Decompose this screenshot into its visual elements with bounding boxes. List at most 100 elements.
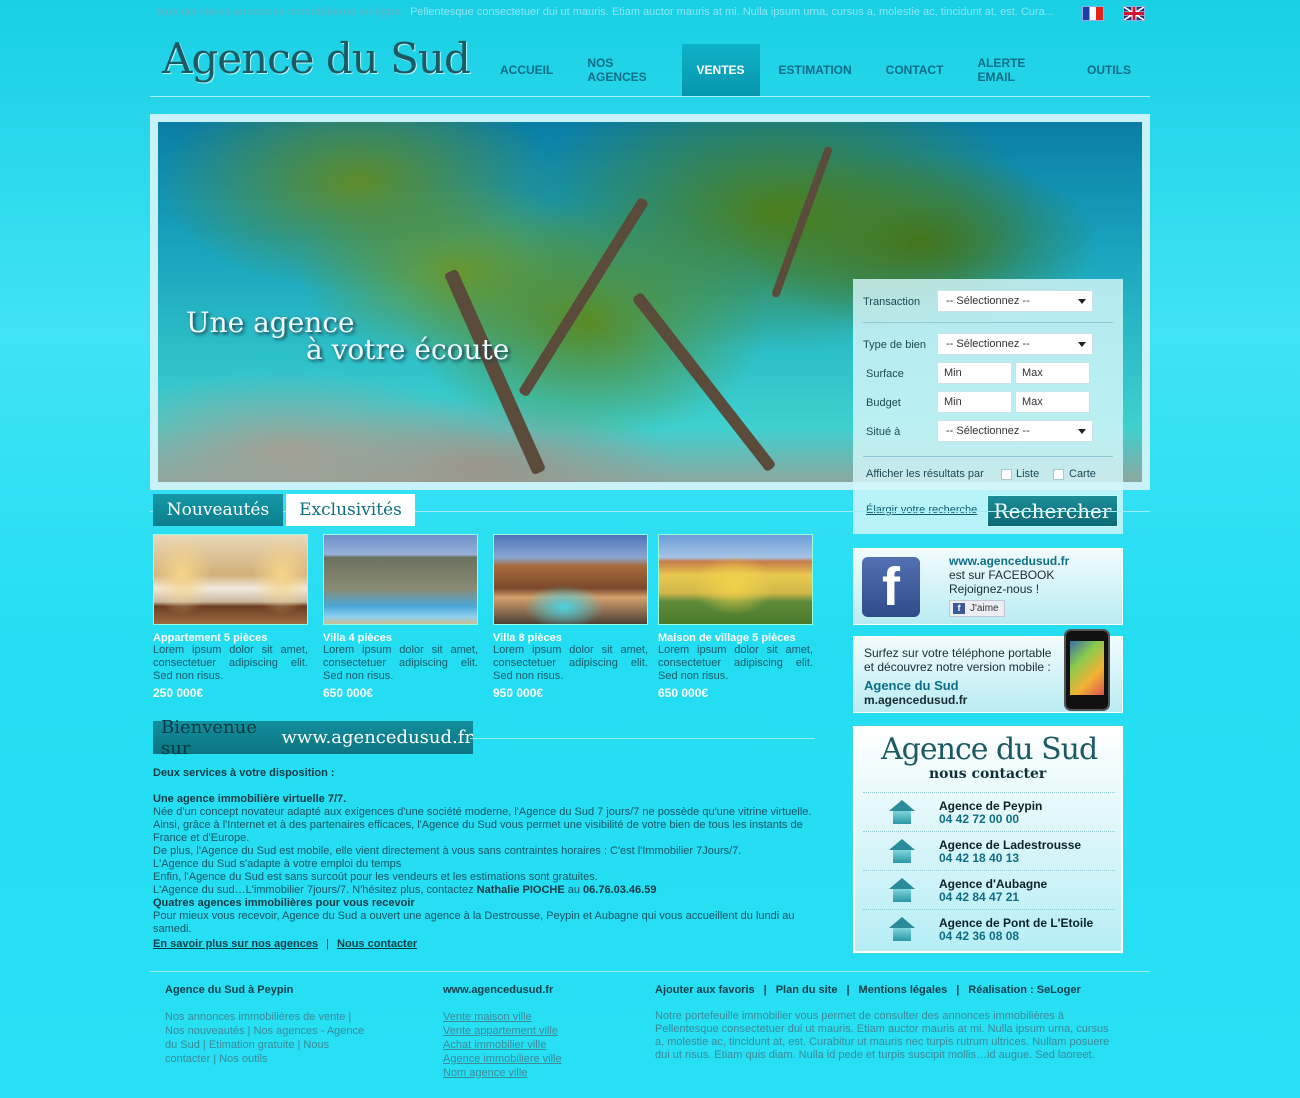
sitemap-link[interactable]: Plan du site	[776, 984, 838, 996]
budget-min-input[interactable]: Min	[937, 391, 1012, 413]
footer-links: Ajouter aux favoris | Plan du site | Mention…	[655, 984, 1081, 996]
listing-card[interactable]: Maison de village 5 pièces Lorem ipsum d…	[658, 534, 813, 700]
listing-photo[interactable]	[658, 534, 813, 625]
list-checkbox[interactable]	[1001, 469, 1012, 480]
mobile-line2: et découvrez notre version mobile :	[864, 660, 1051, 674]
agency-row[interactable]: Agence d'Aubagne 04 42 84 47 21	[863, 870, 1115, 909]
listing-photo[interactable]	[323, 534, 478, 625]
contact-au: au	[567, 884, 580, 896]
contact-paragraph: L'Agence du sud…L'immobilier 7jours/7. N…	[153, 884, 833, 897]
contact-link[interactable]: Nous contacter	[337, 938, 417, 950]
footer-col2-title: www.agencedusud.fr	[443, 984, 554, 996]
nav-estimation[interactable]: ESTIMATION	[764, 44, 867, 96]
listing-photo[interactable]	[493, 534, 648, 625]
news-ticker[interactable]: Nos dernieres annonces immobilieres en l…	[157, 6, 1067, 22]
contact-subtitle: nous contacter	[929, 766, 1047, 782]
listing-card[interactable]: Appartement 5 pièces Lorem ipsum dolor s…	[153, 534, 308, 700]
listing-card[interactable]: Villa 4 pièces Lorem ipsum dolor sit ame…	[323, 534, 478, 700]
smartphone-icon	[1064, 629, 1110, 711]
agency-phone: 04 42 84 47 21	[939, 890, 1020, 904]
search-panel: Transaction -- Sélectionnez -- Type de b…	[853, 279, 1123, 534]
link-separator: |	[846, 984, 850, 996]
mobile-url[interactable]: m.agencedusud.fr	[864, 693, 967, 707]
footer-link[interactable]: Achat immobilier ville	[443, 1038, 562, 1052]
footer-link[interactable]: Agence immobiliere ville	[443, 1052, 562, 1066]
listing-title[interactable]: Maison de village 5 pièces	[658, 632, 813, 644]
favorites-link[interactable]: Ajouter aux favoris	[655, 984, 755, 996]
hero-tagline: Une agence à votre écoute	[186, 306, 509, 366]
transaction-label: Transaction	[863, 296, 921, 308]
house-icon	[889, 878, 915, 902]
nav-ventes[interactable]: VENTES	[681, 44, 760, 96]
chevron-down-icon	[1078, 429, 1086, 434]
welcome-prefix: Bienvenue sur	[161, 716, 257, 759]
surface-max-input[interactable]: Max	[1015, 362, 1090, 384]
footer-col2-links: Vente maison ville Vente appartement vil…	[443, 1010, 562, 1080]
situe-select[interactable]: -- Sélectionnez --	[937, 420, 1093, 442]
agency-row[interactable]: Agence de Ladestrousse 04 42 18 40 13	[863, 831, 1115, 870]
like-button[interactable]: f J'aime	[949, 600, 1005, 617]
mobile-box[interactable]: Surfez sur votre téléphone portable et d…	[853, 629, 1123, 713]
hero-tagline-line2: à votre écoute	[306, 333, 510, 366]
facebook-site: www.agencedusud.fr	[949, 554, 1070, 568]
contact-name: Nathalie PIOCHE	[476, 884, 565, 896]
footer-col1-text[interactable]: Nos annonces immobilières de vente | Nos…	[165, 1010, 365, 1066]
tab-nouveautes[interactable]: Nouveautés	[153, 494, 283, 526]
paragraph: L'Agence du Sud s'adapte à votre emploi …	[153, 858, 402, 870]
nav-contact[interactable]: CONTACT	[871, 44, 959, 96]
flag-fr-icon[interactable]	[1082, 6, 1104, 21]
transaction-select[interactable]: -- Sélectionnez --	[937, 290, 1093, 312]
like-label: J'aime	[970, 603, 999, 614]
facebook-box[interactable]: f www.agencedusud.fr est sur FACEBOOK Re…	[853, 548, 1123, 625]
surface-min-input[interactable]: Min	[937, 362, 1012, 384]
footer-link[interactable]: Nom agence ville	[443, 1066, 562, 1080]
type-bien-select[interactable]: -- Sélectionnez --	[937, 333, 1093, 355]
listing-price: 650 000€	[658, 686, 709, 700]
listing-title[interactable]: Villa 8 pièces	[493, 632, 648, 644]
listing-card[interactable]: Villa 8 pièces Lorem ipsum dolor sit ame…	[493, 534, 648, 700]
nav-outils[interactable]: OUTILS	[1072, 44, 1146, 96]
footer-col1-title: Agence du Sud à Peypin	[165, 984, 294, 996]
chevron-down-icon	[1078, 342, 1086, 347]
listing-photo[interactable]	[153, 534, 308, 625]
site-logo[interactable]: Agence du Sud	[162, 34, 471, 83]
widen-search-link[interactable]: Élargir votre recherche	[866, 504, 977, 516]
listing-title[interactable]: Appartement 5 pièces	[153, 632, 308, 644]
list-option-label: Liste	[1016, 468, 1040, 480]
agencies-link[interactable]: En savoir plus sur nos agences	[153, 938, 318, 950]
chevron-down-icon	[1078, 299, 1086, 304]
agency-row[interactable]: Agence de Pont de L'Etoile 04 42 36 08 0…	[863, 909, 1115, 948]
listing-description: Lorem ipsum dolor sit amet, consectetuer…	[323, 644, 478, 682]
contact-text: L'Agence du sud…L'immobilier 7jours/7. N…	[153, 884, 474, 896]
mobile-name: Agence du Sud	[864, 678, 959, 693]
mobile-line1: Surfez sur votre téléphone portable	[864, 646, 1052, 660]
welcome-site: www.agencedusud.fr	[281, 727, 474, 748]
transaction-select-value: -- Sélectionnez --	[946, 295, 1030, 307]
footer-link[interactable]: Vente appartement ville	[443, 1024, 562, 1038]
footer-link[interactable]: Vente maison ville	[443, 1010, 562, 1024]
welcome-divider	[470, 738, 815, 739]
budget-max-input[interactable]: Max	[1015, 391, 1090, 413]
facebook-small-icon: f	[953, 603, 965, 614]
ticker-message[interactable]: Pellentesque consectetuer dui ut mauris.…	[410, 6, 1054, 18]
flag-en-icon[interactable]	[1123, 6, 1145, 21]
nav-accueil[interactable]: ACCUEIL	[485, 44, 568, 96]
facebook-icon[interactable]: f	[862, 557, 920, 617]
agency-name: Agence d'Aubagne	[939, 877, 1048, 891]
nav-alerte-email[interactable]: ALERTE EMAIL	[962, 44, 1068, 96]
surface-label: Surface	[866, 368, 904, 380]
nav-nos-agences[interactable]: NOS AGENCES	[572, 44, 677, 96]
footer-col3-text: Notre portefeuille immobilier vous perme…	[655, 1010, 1110, 1061]
credits-link[interactable]: Réalisation : SeLoger	[968, 984, 1080, 996]
listing-price: 650 000€	[323, 686, 374, 700]
contact-box: Agence du Sud nous contacter Agence de P…	[853, 726, 1123, 953]
listing-title[interactable]: Villa 4 pièces	[323, 632, 478, 644]
legal-link[interactable]: Mentions légales	[859, 984, 948, 996]
agency-phone: 04 42 36 08 08	[939, 929, 1020, 943]
map-checkbox[interactable]	[1053, 469, 1064, 480]
tab-exclusivites[interactable]: Exclusivités	[286, 494, 415, 526]
agency-phone: 04 42 72 00 00	[939, 812, 1020, 826]
display-mode-label: Afficher les résultats par	[866, 468, 984, 480]
listing-description: Lorem ipsum dolor sit amet, consectetuer…	[658, 644, 813, 682]
agency-row[interactable]: Agence de Peypin 04 42 72 00 00	[863, 792, 1115, 831]
